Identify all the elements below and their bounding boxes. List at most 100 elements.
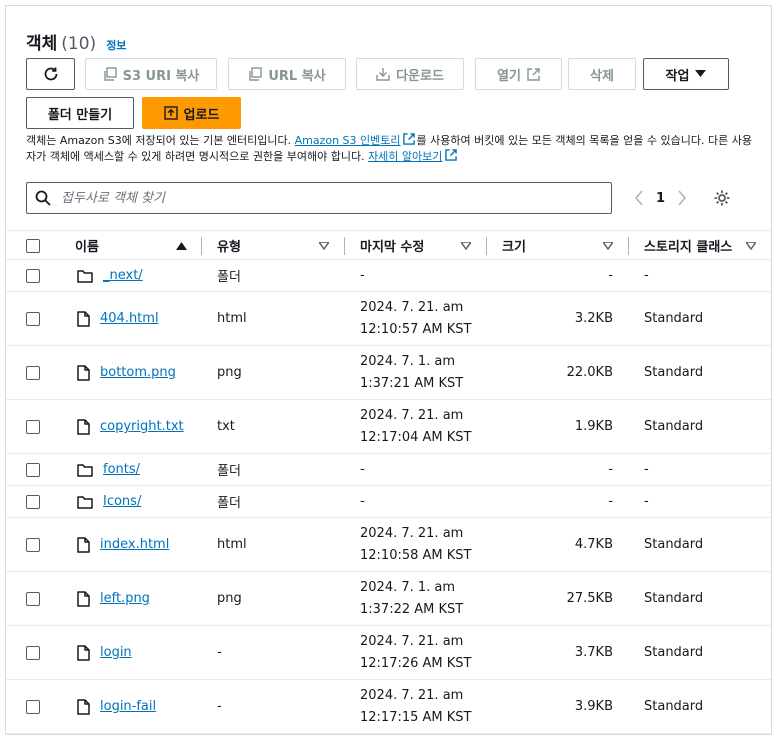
object-count: (10) — [61, 34, 97, 54]
table-row[interactable]: 404.html html 2024. 7. 21. am 12:10:57 AM K… — [6, 292, 771, 346]
object-name-link[interactable]: 404.html — [100, 311, 159, 326]
open-button[interactable]: 열기 — [475, 58, 562, 90]
object-name-link[interactable]: left.png — [100, 591, 150, 606]
object-type: 폴더 — [217, 464, 241, 479]
row-checkbox[interactable] — [26, 645, 40, 660]
column-header-last-modified[interactable]: 마지막 수정 — [360, 231, 424, 260]
file-icon — [77, 536, 90, 553]
object-size: 4.7KB — [574, 537, 613, 552]
page-title: 객체 — [26, 34, 58, 54]
object-size: - — [608, 494, 613, 509]
storage-class: Standard — [644, 365, 704, 380]
row-checkbox[interactable] — [26, 268, 40, 283]
column-header-name[interactable]: 이름 — [75, 231, 99, 260]
row-checkbox[interactable] — [26, 311, 40, 326]
object-name-link[interactable]: index.html — [100, 537, 169, 552]
actions-dropdown[interactable]: 작업 — [643, 58, 729, 90]
storage-class: - — [644, 268, 649, 283]
objects-description: 객체는 Amazon S3에 저장되어 있는 기본 엔터티입니다. Amazon… — [26, 133, 752, 163]
table-row[interactable]: left.png png 2024. 7. 1. am 1:37:22 AM KST 2… — [6, 572, 771, 626]
external-link-icon — [445, 149, 458, 161]
storage-class: Standard — [644, 419, 704, 434]
info-link[interactable]: 정보 — [106, 37, 126, 53]
storage-class: Standard — [644, 591, 704, 606]
create-folder-label: 폴더 만들기 — [47, 107, 113, 123]
file-icon — [77, 590, 90, 607]
object-size: 22.0KB — [566, 365, 613, 380]
sort-icon[interactable] — [746, 242, 756, 250]
row-checkbox[interactable] — [26, 494, 40, 509]
select-all-checkbox[interactable] — [26, 238, 40, 253]
external-link-icon — [527, 67, 540, 81]
object-type: png — [217, 365, 242, 380]
table-row[interactable]: _next/폴더 - - - — [6, 260, 771, 292]
last-modified-time: 12:17:04 AM KST — [360, 429, 472, 445]
learn-more-link[interactable]: 자세히 알아보기 — [368, 150, 442, 163]
row-checkbox[interactable] — [26, 419, 40, 434]
delete-button[interactable]: 삭제 — [568, 58, 636, 90]
download-icon — [376, 68, 390, 81]
storage-class: - — [644, 494, 649, 509]
table-row[interactable]: index.html html 2024. 7. 21. am 12:10:58 AM… — [6, 518, 771, 572]
search-input[interactable] — [59, 189, 559, 207]
object-name-link[interactable]: _next/ — [103, 268, 143, 283]
column-header-type[interactable]: 유형 — [217, 231, 241, 260]
table-row[interactable]: copyright.txt txt 2024. 7. 21. am 12:17:04 … — [6, 400, 771, 454]
object-type: png — [217, 591, 242, 606]
table-row[interactable]: bottom.png png 2024. 7. 1. am 1:37:21 AM KS… — [6, 346, 771, 400]
column-header-size[interactable]: 크기 — [502, 231, 526, 260]
row-checkbox[interactable] — [26, 591, 40, 606]
refresh-button[interactable] — [26, 58, 75, 90]
column-header-storage-class[interactable]: 스토리지 클래스 — [644, 231, 732, 260]
table-row[interactable]: login - 2024. 7. 21. am 12:17:26 AM KST 3.7K… — [6, 626, 771, 680]
object-name-link[interactable]: fonts/ — [103, 462, 140, 477]
table-row[interactable]: login-fail - 2024. 7. 21. am 12:17:15 AM KS… — [6, 680, 771, 734]
upload-icon — [163, 106, 178, 120]
last-modified-date: 2024. 7. 21. am — [360, 407, 464, 423]
table-header: 이름 유형 마지막 수정 크기 스토리지 클래스 — [6, 230, 771, 260]
table-row[interactable]: Icons/폴더 - - - — [6, 486, 771, 518]
storage-class: Standard — [644, 699, 704, 714]
upload-label: 업로드 — [183, 107, 220, 123]
file-icon — [77, 418, 90, 435]
copy-icon — [103, 67, 117, 81]
create-folder-button[interactable]: 폴더 만들기 — [26, 97, 134, 129]
chevron-left-icon[interactable] — [634, 190, 644, 206]
object-name-link[interactable]: copyright.txt — [100, 419, 184, 434]
object-name-link[interactable]: Icons/ — [103, 494, 141, 509]
row-checkbox[interactable] — [26, 462, 40, 477]
copy-icon — [249, 67, 263, 81]
file-icon — [77, 364, 90, 381]
sort-icon[interactable] — [461, 242, 471, 250]
page-number[interactable]: 1 — [656, 191, 665, 206]
folder-icon — [77, 269, 93, 283]
object-name-link[interactable]: login-fail — [100, 699, 156, 714]
settings-gear-icon[interactable] — [713, 189, 731, 207]
object-type: - — [217, 645, 222, 660]
chevron-right-icon[interactable] — [677, 190, 687, 206]
storage-class: Standard — [644, 645, 704, 660]
sort-icon[interactable] — [603, 242, 613, 250]
last-modified-time: 12:10:57 AM KST — [360, 321, 472, 337]
upload-button[interactable]: 업로드 — [142, 97, 241, 129]
sort-icon[interactable] — [319, 242, 329, 250]
inventory-link[interactable]: Amazon S3 인벤토리 — [295, 134, 401, 147]
copy-s3-uri-button[interactable]: S3 URI 복사 — [85, 58, 217, 90]
sort-ascending-icon[interactable] — [176, 242, 187, 250]
object-type: 폴더 — [217, 496, 241, 511]
file-icon — [77, 644, 90, 661]
object-name-link[interactable]: bottom.png — [100, 365, 176, 380]
row-checkbox[interactable] — [26, 365, 40, 380]
objects-table: 이름 유형 마지막 수정 크기 스토리지 클래스 _next/폴더 - - - 404.… — [6, 230, 771, 734]
last-modified-date: 2024. 7. 21. am — [360, 687, 464, 703]
table-row[interactable]: fonts/폴더 - - - — [6, 454, 771, 486]
row-checkbox[interactable] — [26, 537, 40, 552]
copy-url-button[interactable]: URL 복사 — [228, 58, 346, 90]
caret-down-icon — [695, 70, 707, 77]
object-size: - — [608, 462, 613, 477]
download-button[interactable]: 다운로드 — [356, 58, 464, 90]
objects-panel: 객체 (10) 정보 S3 URI 복사 URL 복사 다운로드 열기 삭제 작… — [5, 5, 772, 735]
open-label: 열기 — [497, 68, 521, 84]
object-name-link[interactable]: login — [100, 645, 132, 660]
row-checkbox[interactable] — [26, 699, 40, 714]
